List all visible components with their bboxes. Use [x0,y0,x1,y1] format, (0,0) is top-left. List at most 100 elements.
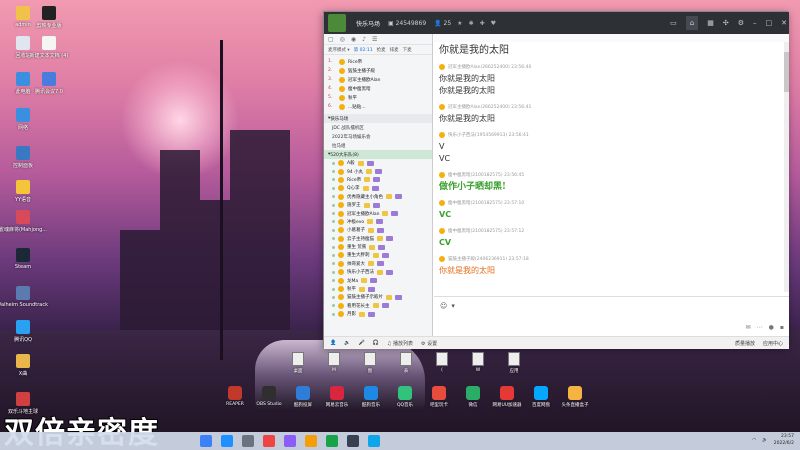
wifi-icon[interactable]: ◠ [752,438,756,443]
heart-icon[interactable]: ♥ [491,20,496,27]
app-shortcut[interactable]: REAPER [222,386,248,408]
chat-message[interactable]: 快乐小子西法(1954569913) 23:56:41 V VC [434,132,789,165]
member-item[interactable]: 快乐小子西法 [324,268,432,276]
desktop-icon[interactable]: Valheim Soundtrack [0,286,48,308]
chat-icon[interactable]: ▢ [328,36,334,43]
member-item[interactable]: 月影 [324,310,432,318]
member-item[interactable]: 小葛葛子 [324,226,432,234]
game-icon[interactable]: ✚ [480,20,485,27]
member-item[interactable]: 帅哥爱大 [324,260,432,268]
taskbar-app-icon[interactable] [221,435,233,447]
app-shortcut[interactable]: 网易云音乐 [324,386,350,408]
mic-queue-item[interactable]: 5. 秋平 [328,93,432,102]
volume-icon[interactable]: 🔊 [762,438,768,443]
star-icon[interactable]: ★ [457,20,462,27]
emoji-icon[interactable]: ☺ [440,302,447,310]
app-shortcut[interactable]: 百度网盘 [528,386,554,408]
scrollbar[interactable] [784,42,789,292]
member-item[interactable]: A毅 [324,159,432,167]
gamepad-icon[interactable]: ✣ [723,19,729,27]
chat-message[interactable]: 瘦中瘦黑暗(2100182575) 23:56:45 做作小子晒却黑! [434,172,789,193]
app-shortcut[interactable]: 头条直播盒子 [562,386,589,408]
grab-mic-button[interactable]: 抢麦 [377,47,386,53]
app-shortcut[interactable]: 网易UU加速器 [492,386,522,408]
chat-message[interactable]: 猫鼓主播子殿(2406236911) 23:57:18 你就是我的太阳 [434,256,789,277]
taskbar-app-icon[interactable] [368,435,380,447]
home-icon[interactable]: ⌂ [685,16,699,30]
desktop-file[interactable]: 表 [393,352,419,374]
desktop-icon[interactable]: 剪映专业版 [33,6,65,29]
settings-icon[interactable]: ⚙ [738,19,744,27]
member-item[interactable]: 看用花长主 [324,302,432,310]
grid-icon[interactable]: ▦ [707,19,714,27]
headset-icon[interactable]: 🎧 [373,340,379,346]
member-item[interactable]: 优秀隐藏主小角色 [324,193,432,201]
dots-icon[interactable]: ⋯ [757,324,763,331]
desktop-icon[interactable]: X曲 [7,354,39,377]
app-shortcut[interactable]: 微信 [460,386,486,408]
desktop-file[interactable]: ( [429,352,455,374]
app-shortcut[interactable]: 酷狗投屏 [290,386,316,408]
taskbar-app-icon[interactable] [284,435,296,447]
member-item[interactable]: 施罗王 [324,201,432,209]
leave-mic-button[interactable]: 下麦 [403,47,412,53]
more-icon[interactable]: ▪ [780,324,784,331]
speaker-icon[interactable]: 🔈 [344,340,350,346]
desktop-icon[interactable]: 网络 [7,108,39,131]
person-icon[interactable]: 👤 [330,340,336,346]
member-item[interactable]: 龙Ma [324,276,432,284]
screen-icon[interactable]: ▭ [670,19,677,27]
queue-mic-button[interactable]: 排麦 [390,47,399,53]
people-icon[interactable]: ◎ [340,36,345,43]
member-item[interactable]: 重生大胖刺 [324,251,432,259]
minimize-icon[interactable]: – [753,19,757,27]
chat-message[interactable]: 你就是我的太阳 [434,45,789,57]
mic-queue-item[interactable]: 1. Rice帝 [328,57,432,66]
mic-queue-item[interactable]: 4. 瘦中瘦黑暗 [328,84,432,93]
mic-queue-item[interactable]: 3. 冠军主播欧Alan [328,75,432,84]
taskbar-app-icon[interactable] [263,435,275,447]
taskbar-app-icon[interactable] [200,435,212,447]
member-item[interactable]: 重生 荒蕉 [324,243,432,251]
music-icon[interactable]: ♫ 播放列表 [387,340,413,347]
list-icon[interactable]: ☰ [372,36,377,43]
desktop-icon[interactable]: 控制面板 [7,146,39,169]
chat-message[interactable]: 冠军主播欧Alan(266252400) 23:56:41 你就是我的太阳 [434,104,789,125]
active-channel-head[interactable]: ▾ 520大乐队(8) [324,150,432,159]
app-shortcut[interactable]: QQ音乐 [392,386,418,408]
taskbar-app-icon[interactable] [326,435,338,447]
member-item[interactable]: 冲极evo [324,218,432,226]
record-icon[interactable]: ● [769,324,774,331]
desktop-icon[interactable]: 新建文本文档 (4) [30,36,68,59]
taskbar-app-icon[interactable] [242,435,254,447]
clock[interactable]: 23:57 2022/6/2 [774,433,794,447]
music-icon[interactable]: ♪ [362,36,366,43]
message-icon[interactable]: ✉ [746,324,751,331]
desktop-icon[interactable]: YY语音 [7,180,39,203]
member-item[interactable]: Rice帝 [324,176,432,184]
member-item[interactable]: 94 小丸 [324,167,432,175]
member-item[interactable]: 猫鼓主播子示殿片 [324,293,432,301]
mic-queue-item[interactable]: 2. 猛鼓主播子殿 [328,66,432,75]
mode-select[interactable]: 麦序模式 ▾ [328,47,350,53]
app-center-button[interactable]: 应用中心 [763,340,783,347]
quality-button[interactable]: 质量播放 [735,340,755,347]
app-shortcut[interactable]: 吧里玩卡 [426,386,452,408]
channel-item[interactable]: JDC 战队擂机区 [324,123,432,132]
desktop-file[interactable]: W [465,352,491,374]
member-item[interactable]: 云子主持瘦猫 [324,235,432,243]
group-avatar[interactable] [328,14,346,32]
member-item[interactable]: 冠军主播欧Alan [324,209,432,217]
desktop-icon[interactable]: 腾讯QQ [7,320,39,343]
chevron-down-icon[interactable]: ▾ [451,302,455,310]
settings-icon[interactable]: ✱ [469,20,474,27]
channel-item[interactable]: 拉马组 [324,141,432,150]
maximize-icon[interactable]: □ [766,19,773,27]
desktop-file[interactable]: 应用 [501,352,527,374]
mic-queue-item[interactable]: 6. ...贴贴... [328,102,432,111]
qq-group-window[interactable]: 快乐马场 ▣ 24549869 👤 25 ★ ✱ ✚ ♥ ▭ ⌂ ▦ ✣ ⚙ –… [323,11,789,349]
member-item[interactable]: Q心李 [324,184,432,192]
desktop-file[interactable]: 桌面 [285,352,311,374]
mic-icon[interactable]: 🎤 [358,340,364,346]
taskbar-app-icon[interactable] [305,435,317,447]
